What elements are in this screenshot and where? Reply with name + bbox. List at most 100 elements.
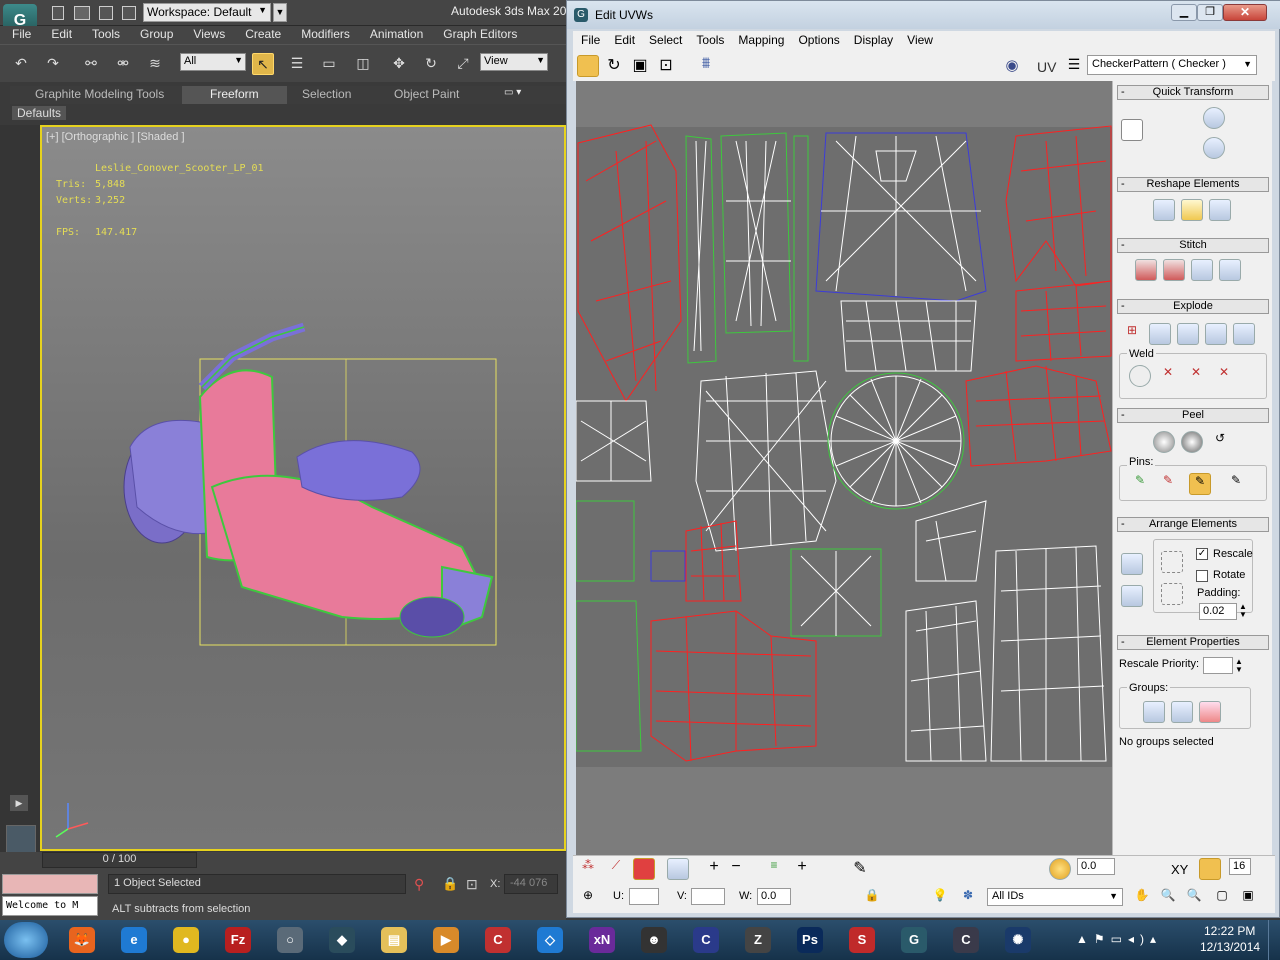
transform-type-in-icon[interactable]: ⊡: [466, 876, 478, 893]
start-button[interactable]: [4, 922, 48, 958]
perspective-viewport[interactable]: [+] [Orthographic ] [Shaded ] Leslie_Con…: [40, 125, 566, 851]
uv-menu-view[interactable]: View: [899, 31, 939, 51]
rotate-checkbox[interactable]: [1196, 570, 1208, 582]
bind-space-warp-icon[interactable]: ≋: [144, 53, 166, 75]
freeform-icon[interactable]: ⊡: [655, 55, 677, 77]
pack-normalize-icon[interactable]: [1161, 551, 1183, 573]
weld-edge-icon[interactable]: ✕: [1213, 365, 1235, 387]
pack-recenter-icon[interactable]: [1161, 583, 1183, 605]
loop-icon[interactable]: ≡: [763, 858, 785, 880]
show-map-icon[interactable]: ◉: [1001, 56, 1023, 78]
group-remove-icon[interactable]: [1199, 701, 1221, 723]
rotate-icon[interactable]: ↻: [420, 53, 442, 75]
zoom-icon[interactable]: 🔍: [1157, 888, 1179, 910]
taskbar-explorer-button[interactable]: ▤: [372, 923, 416, 957]
scale-icon[interactable]: ▣: [629, 55, 651, 77]
dropdown-arrow-icon[interactable]: ▼: [273, 3, 287, 22]
taskbar-dropbox-button[interactable]: ◇: [528, 923, 572, 957]
move-icon[interactable]: ✥: [388, 53, 410, 75]
weld-target-icon[interactable]: [1129, 365, 1151, 387]
group-add-icon[interactable]: [1171, 701, 1193, 723]
edge-mode-icon[interactable]: ⟋: [605, 858, 627, 880]
grid-spinner[interactable]: 16: [1229, 858, 1251, 875]
menu-tools[interactable]: Tools: [80, 26, 128, 44]
new-file-icon[interactable]: [52, 6, 64, 20]
grow-icon[interactable]: +: [703, 858, 725, 880]
hide-icon[interactable]: 💡: [929, 888, 951, 910]
menu-animation[interactable]: Animation: [358, 26, 431, 44]
uv-menu-edit[interactable]: Edit: [606, 31, 641, 51]
rollout-element-properties[interactable]: - Element Properties: [1117, 635, 1269, 650]
element-mode-icon[interactable]: [667, 858, 689, 880]
rollout-peel[interactable]: - Peel: [1117, 408, 1269, 423]
pivot-icon[interactable]: [1121, 119, 1143, 141]
close-button[interactable]: ✕: [1223, 4, 1267, 21]
tab-selection[interactable]: Selection: [302, 87, 351, 101]
unlink-icon[interactable]: ⚮: [112, 53, 134, 75]
menu-edit[interactable]: Edit: [39, 26, 80, 44]
spinner-arrows-icon[interactable]: ▲ ▼: [1239, 603, 1247, 619]
rollout-explode[interactable]: - Explode: [1117, 299, 1269, 314]
soft-select-icon[interactable]: [1049, 858, 1071, 880]
taskbar-media-button[interactable]: ▶: [424, 923, 468, 957]
taskbar-app-button[interactable]: C: [684, 923, 728, 957]
minimize-button[interactable]: ▁: [1171, 4, 1197, 21]
straighten-icon[interactable]: [1153, 199, 1175, 221]
v-field[interactable]: [691, 888, 725, 905]
auto-pin-icon[interactable]: ✎: [1189, 473, 1211, 495]
pack-custom-icon[interactable]: [1121, 553, 1143, 575]
rescale-priority-spinner[interactable]: [1203, 657, 1233, 674]
taskbar-xnview-button[interactable]: xN: [580, 923, 624, 957]
undo-icon[interactable]: ↶: [10, 53, 32, 75]
xy-label[interactable]: XY: [1171, 862, 1188, 877]
time-slider[interactable]: 0 / 100: [42, 852, 197, 868]
spinner-arrows-icon[interactable]: ▲ ▼: [1235, 658, 1243, 674]
scooter-model[interactable]: [42, 127, 564, 849]
taskbar-ie-button[interactable]: e: [112, 923, 156, 957]
mirror-icon[interactable]: ⩩: [695, 55, 717, 77]
x-field[interactable]: -44 076: [504, 874, 558, 894]
lock-selection-icon[interactable]: 🔒: [861, 888, 883, 910]
zoom-extents-icon[interactable]: ▢: [1211, 888, 1233, 910]
soft-select-spinner[interactable]: 0.0: [1077, 858, 1115, 875]
pan-icon[interactable]: ✋: [1131, 888, 1153, 910]
select-by-name-icon[interactable]: ☰: [286, 53, 308, 75]
taskbar-substance-button[interactable]: S: [840, 923, 884, 957]
align-vertical-icon[interactable]: [1177, 107, 1199, 129]
project-icon[interactable]: [122, 6, 136, 20]
rollout-stitch[interactable]: - Stitch: [1117, 238, 1269, 253]
stitch-source-icon[interactable]: [1135, 259, 1157, 281]
maximize-button[interactable]: ❐: [1197, 4, 1223, 21]
link-icon[interactable]: ⚯: [80, 53, 102, 75]
uv-menu-display[interactable]: Display: [846, 31, 899, 51]
redo-icon[interactable]: ↷: [42, 53, 64, 75]
taskbar-3dsmax-a-button[interactable]: ◆: [320, 923, 364, 957]
menu-modifiers[interactable]: Modifiers: [289, 26, 358, 44]
uv-editor-canvas[interactable]: [576, 81, 1112, 855]
menu-group[interactable]: Group: [128, 26, 181, 44]
unpin-icon[interactable]: ✎: [1157, 473, 1179, 495]
rect-selection-icon[interactable]: ▭: [318, 53, 340, 75]
tab-graphite-modeling[interactable]: Graphite Modeling Tools: [35, 87, 164, 101]
zoom-selected-icon[interactable]: ▣: [1237, 888, 1259, 910]
defaults-label[interactable]: Defaults: [12, 106, 67, 120]
weld-selected-icon[interactable]: ✕: [1157, 365, 1179, 387]
reset-peel-icon[interactable]: ↺: [1209, 431, 1231, 453]
ribbon-options-icon[interactable]: ▭ ▾: [504, 87, 521, 98]
u-field[interactable]: [629, 888, 659, 905]
zoom-region-icon[interactable]: 🔍: [1183, 888, 1205, 910]
flatten-by-material-icon[interactable]: [1233, 323, 1255, 345]
spacing-icon[interactable]: [1237, 107, 1259, 129]
pin-icon[interactable]: ✎: [1129, 473, 1151, 495]
maxscript-listener[interactable]: Welcome to M: [2, 896, 98, 916]
taskbar-firefox-button[interactable]: 🦊: [60, 923, 104, 957]
uv-menu-select[interactable]: Select: [641, 31, 688, 51]
menu-create[interactable]: Create: [233, 26, 289, 44]
paint-select-icon[interactable]: ✎: [849, 858, 871, 880]
uv-menu-file[interactable]: File: [573, 31, 606, 51]
flatten-icon[interactable]: [1205, 323, 1227, 345]
rotate-cw-icon[interactable]: [1203, 107, 1225, 129]
maxscript-red-field[interactable]: [2, 874, 98, 894]
detach-icon[interactable]: [1149, 323, 1171, 345]
texture-dropdown[interactable]: CheckerPattern ( Checker ) ▼: [1087, 55, 1257, 75]
